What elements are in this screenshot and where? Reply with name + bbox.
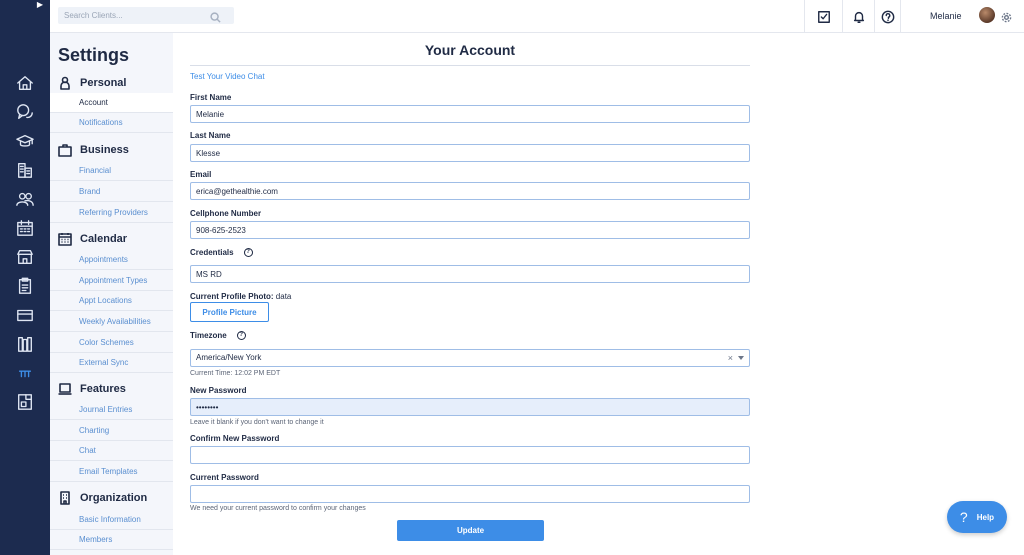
clear-icon[interactable]: ×	[728, 350, 733, 366]
sidebar-item-appt-locations[interactable]: Appt Locations	[50, 291, 173, 311]
first-name-label: First Name	[190, 93, 232, 102]
question-mark-icon: ?	[959, 509, 968, 525]
current-password-field[interactable]	[190, 485, 750, 503]
test-video-chat-link[interactable]: Test Your Video Chat	[190, 72, 265, 81]
caret-right-icon[interactable]: ▶	[30, 0, 50, 10]
sidebar-item-brand[interactable]: Brand	[50, 182, 173, 202]
sidebar-item-basic-information[interactable]: Basic Information	[50, 510, 173, 530]
sidebar-item-account[interactable]: Account	[50, 93, 173, 113]
email-field[interactable]	[190, 182, 750, 200]
nav-rail: ▶	[0, 0, 50, 555]
laptop-icon	[58, 382, 72, 396]
profile-photo-label: Current Profile Photo: data	[190, 292, 292, 301]
bell-icon[interactable]	[842, 0, 874, 33]
update-button[interactable]: Update	[397, 520, 544, 541]
profile-photo-value: data	[275, 292, 292, 301]
document-icon[interactable]	[15, 393, 35, 411]
search-clients-input[interactable]	[58, 7, 234, 24]
credentials-field[interactable]	[190, 265, 750, 283]
sidebar-item-referring-providers[interactable]: Referring Providers	[50, 203, 173, 223]
sidebar-item-color-schemes[interactable]: Color Schemes	[50, 333, 173, 353]
gear-icon[interactable]	[1001, 10, 1012, 28]
building-icon	[58, 491, 72, 505]
section-business: Business	[58, 142, 129, 158]
sidebar-item-charting[interactable]: Charting	[50, 421, 173, 441]
settings-title: Settings	[58, 45, 130, 65]
cellphone-label: Cellphone Number	[190, 209, 262, 218]
buildings-icon[interactable]	[15, 161, 35, 179]
title-divider	[190, 65, 750, 66]
section-calendar: Calendar	[58, 231, 127, 247]
section-organization: Organization	[58, 490, 147, 506]
current-time-text: Current Time: 12:02 PM EDT	[190, 370, 281, 377]
page-title: Your Account	[424, 42, 516, 58]
library-icon[interactable]	[15, 335, 35, 353]
settings-sidebar: Settings Personal Account Notifications …	[50, 33, 173, 555]
current-password-label: Current Password	[190, 473, 259, 482]
sidebar-item-weekly-availabilities[interactable]: Weekly Availabilities	[50, 312, 173, 332]
timezone-value: America/New York	[196, 353, 262, 362]
sidebar-item-financial[interactable]: Financial	[50, 161, 173, 181]
last-name-field[interactable]	[190, 144, 750, 162]
top-bar: Melanie	[50, 0, 1024, 33]
timezone-select[interactable]: America/New York ×	[190, 349, 750, 367]
chevron-down-icon[interactable]	[738, 356, 744, 360]
section-features: Features	[58, 381, 126, 397]
avatar[interactable]	[979, 7, 995, 23]
user-name[interactable]: Melanie	[930, 11, 962, 21]
briefcase-icon	[58, 143, 72, 157]
sidebar-item-external-sync[interactable]: External Sync	[50, 353, 173, 373]
users-icon[interactable]	[15, 190, 35, 208]
sidebar-item-email-templates[interactable]: Email Templates	[50, 462, 173, 482]
clipboard-icon[interactable]	[15, 277, 35, 295]
sidebar-item-notifications[interactable]: Notifications	[50, 113, 173, 133]
credit-card-icon[interactable]	[15, 306, 35, 324]
current-password-hint: We need your current password to confirm…	[190, 505, 366, 512]
cellphone-field[interactable]	[190, 221, 750, 239]
confirm-password-field[interactable]	[190, 446, 750, 464]
calendar-icon	[58, 232, 72, 246]
graduation-cap-icon[interactable]	[15, 132, 35, 150]
email-label: Email	[190, 170, 212, 179]
help-circle-icon[interactable]	[874, 0, 901, 33]
sidebar-item-appointments[interactable]: Appointments	[50, 250, 173, 270]
sidebar-item-appointment-types[interactable]: Appointment Types	[50, 271, 173, 291]
store-icon[interactable]	[15, 248, 35, 266]
profile-picture-button[interactable]: Profile Picture	[190, 302, 269, 322]
home-icon[interactable]	[15, 74, 35, 92]
credentials-help-icon[interactable]: ?	[243, 248, 253, 258]
search-icon[interactable]	[210, 10, 221, 23]
confirm-password-label: Confirm New Password	[190, 434, 280, 443]
credentials-label: Credentials?	[190, 248, 253, 258]
chat-icon[interactable]	[15, 103, 35, 121]
sidebar-item-members[interactable]: Members	[50, 530, 173, 550]
new-password-label: New Password	[190, 386, 247, 395]
help-button[interactable]: ? Help	[947, 501, 1007, 533]
timezone-help-icon[interactable]: ?	[236, 331, 246, 341]
timezone-label: Timezone?	[190, 331, 246, 341]
section-personal: Personal	[58, 75, 126, 91]
first-name-field[interactable]	[190, 105, 750, 123]
checkbox-icon[interactable]	[804, 0, 842, 33]
person-icon	[58, 76, 72, 90]
last-name-label: Last Name	[190, 131, 231, 140]
sidebar-item-journal-entries[interactable]: Journal Entries	[50, 400, 173, 420]
settings-bars-icon[interactable]	[15, 364, 35, 382]
sidebar-item-chat[interactable]: Chat	[50, 441, 173, 461]
new-password-field[interactable]	[190, 398, 750, 416]
new-password-hint: Leave it blank if you don't want to chan…	[190, 419, 324, 426]
calendar-icon[interactable]	[15, 219, 35, 237]
